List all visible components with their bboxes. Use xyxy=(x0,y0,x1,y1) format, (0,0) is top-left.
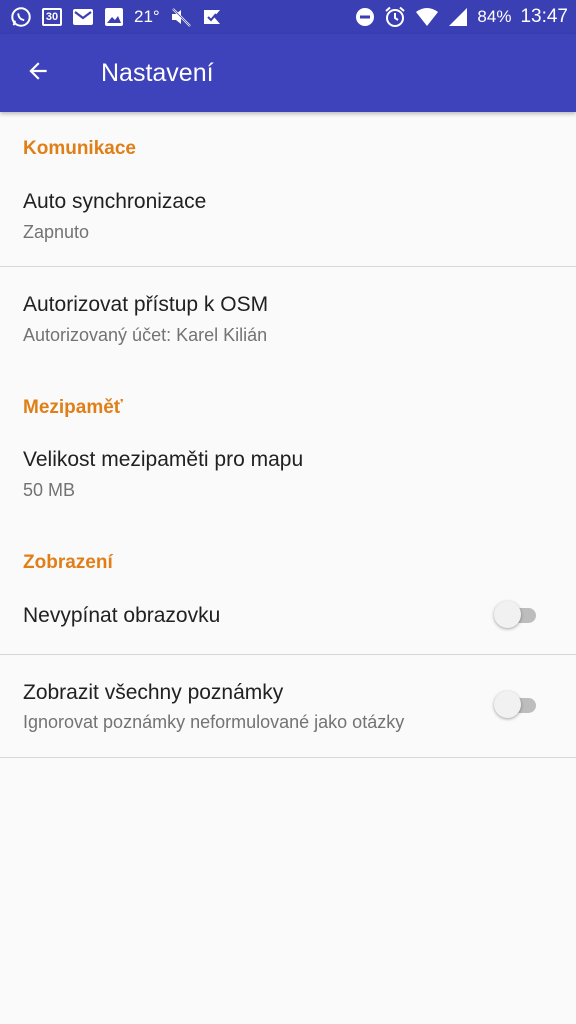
signal-icon xyxy=(448,7,468,27)
calendar-icon: 30 xyxy=(42,8,62,26)
app-bar: Nastavení xyxy=(0,34,576,112)
pref-title: Autorizovat přístup k OSM xyxy=(23,293,269,316)
section-header-mezipamet: Mezipaměť xyxy=(23,397,123,418)
page-title: Nastavení xyxy=(101,59,214,87)
pref-summary: 50 MB xyxy=(23,480,76,500)
pref-show-all-notes[interactable]: Zobrazit všechny poznámky Ignorovat pozn… xyxy=(0,655,576,757)
pref-summary: Ignorovat poznámky neformulované jako ot… xyxy=(23,712,405,732)
pref-title: Zobrazit všechny poznámky xyxy=(23,681,284,704)
pref-auto-sync[interactable]: Auto synchronizace Zapnuto xyxy=(0,164,576,266)
pref-title: Velikost mezipaměti pro mapu xyxy=(23,448,304,471)
status-bar: 30 21° 84% 13:47 xyxy=(0,0,576,34)
pref-summary: Autorizovaný účet: Karel Kilián xyxy=(23,325,268,345)
section-header-komunikace: Komunikace xyxy=(23,138,136,159)
show-all-notes-switch[interactable] xyxy=(494,690,538,720)
pref-title: Nevypínat obrazovku xyxy=(23,604,221,627)
wifi-icon xyxy=(415,7,439,27)
mute-icon xyxy=(170,7,192,27)
tick-icon xyxy=(202,7,222,27)
switch-thumb xyxy=(494,691,521,718)
arrow-back-icon xyxy=(25,58,51,89)
calendar-day-text: 30 xyxy=(45,11,59,23)
image-icon xyxy=(104,7,124,27)
pref-osm-auth[interactable]: Autorizovat přístup k OSM Autorizovaný ú… xyxy=(0,267,576,371)
pref-cache-size[interactable]: Velikost mezipaměti pro mapu 50 MB xyxy=(0,422,576,526)
clock: 13:47 xyxy=(520,6,568,27)
pref-summary: Zapnuto xyxy=(23,222,90,242)
gmail-icon xyxy=(72,8,94,26)
alarm-icon xyxy=(384,6,406,28)
section-header-zobrazeni: Zobrazení xyxy=(23,552,113,573)
pref-keep-screen-on[interactable]: Nevypínat obrazovku xyxy=(0,578,576,654)
switch-thumb xyxy=(494,601,521,628)
whatsapp-icon xyxy=(10,6,32,28)
temperature-text: 21° xyxy=(134,7,160,26)
dnd-icon xyxy=(355,7,375,27)
back-button[interactable] xyxy=(14,51,62,95)
battery-percent: 84% xyxy=(477,7,512,26)
pref-title: Auto synchronizace xyxy=(23,190,207,213)
keep-screen-on-switch[interactable] xyxy=(494,600,538,630)
divider xyxy=(0,757,576,758)
